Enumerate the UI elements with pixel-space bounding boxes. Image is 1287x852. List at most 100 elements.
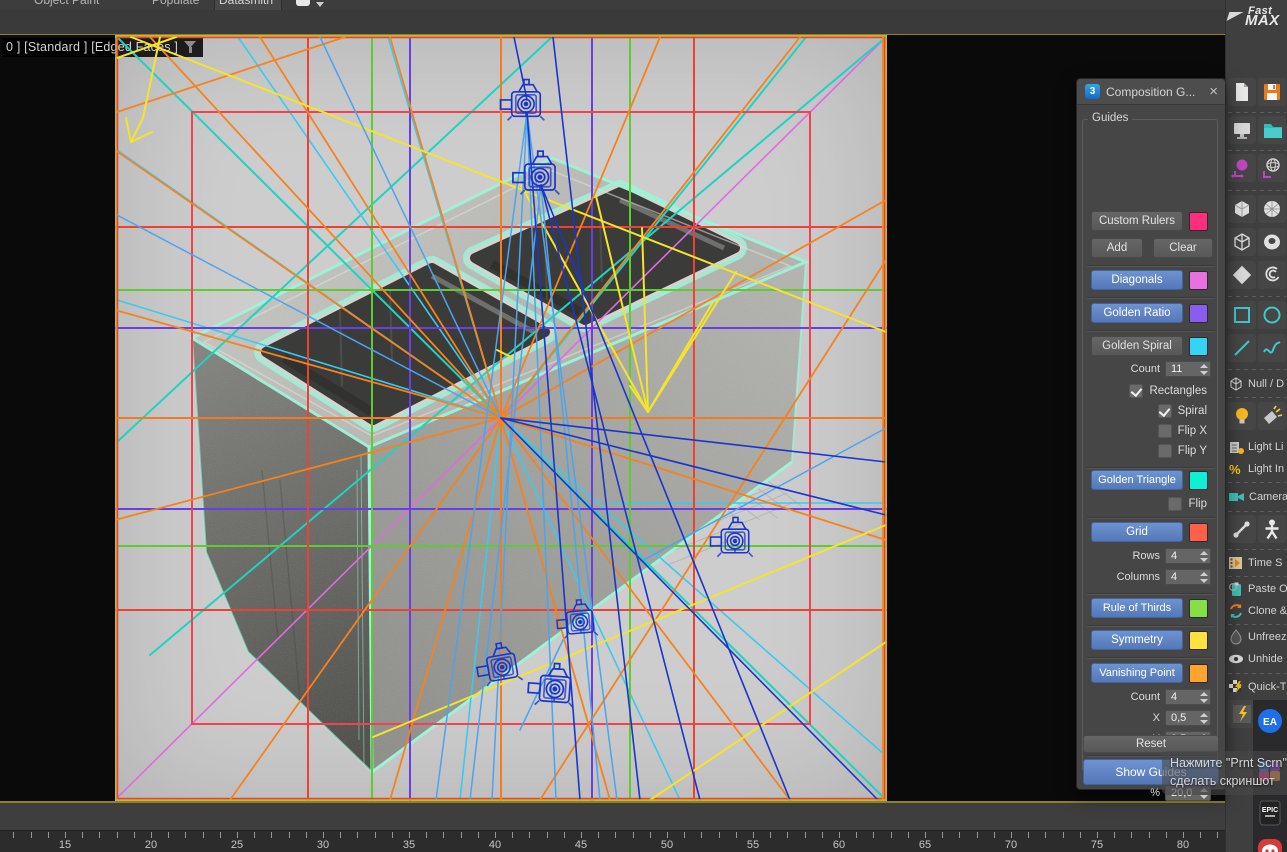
monitor-icon[interactable] xyxy=(1228,116,1256,144)
rule-of-thirds-color-swatch[interactable] xyxy=(1189,599,1208,618)
toolbar-item-null-dummy[interactable]: Null / D xyxy=(1228,374,1287,394)
svg-text:%: % xyxy=(1229,462,1241,477)
rectangles-checkbox-row[interactable]: Rectangles xyxy=(1129,384,1207,398)
vp-count-spinner-row: Count 4 xyxy=(1131,689,1211,705)
spotlight-icon[interactable] xyxy=(1258,402,1286,430)
timeline-frame-label: 50 xyxy=(660,839,674,851)
count-spinner[interactable]: 11 xyxy=(1165,361,1211,377)
toast-line-1: Нажмите "Prnt Scrn" ч xyxy=(1170,756,1287,770)
symmetry-button[interactable]: Symmetry xyxy=(1091,630,1183,650)
helix-icon[interactable] xyxy=(1258,261,1286,289)
spiral-checkbox[interactable] xyxy=(1157,404,1172,418)
timeline-frame-label: 80 xyxy=(1176,839,1190,851)
flip-y-checkbox-row[interactable]: Flip Y xyxy=(1157,444,1207,458)
golden-spiral-color-swatch[interactable] xyxy=(1189,337,1208,356)
panel-titlebar[interactable]: 3 Composition G... × xyxy=(1077,79,1225,105)
flip-y-checkbox[interactable] xyxy=(1157,444,1172,458)
vp-count-spinner[interactable]: 4 xyxy=(1165,689,1211,705)
plane-icon[interactable] xyxy=(1228,261,1256,289)
ea-app-icon[interactable]: EA xyxy=(1257,708,1283,734)
toolbar-item-light-lister[interactable]: Light Li xyxy=(1228,437,1287,457)
timeline-frame-label: 65 xyxy=(918,839,932,851)
spinner-arrows-icon[interactable] xyxy=(1200,712,1208,725)
rows-spinner[interactable]: 4 xyxy=(1165,548,1211,564)
symmetry-color-swatch[interactable] xyxy=(1189,631,1208,650)
spline-shape-icon[interactable] xyxy=(1258,334,1286,362)
spinner-arrows-icon[interactable] xyxy=(1200,691,1208,704)
flip-checkbox-row[interactable]: Flip xyxy=(1168,497,1207,511)
spinner-arrows-icon[interactable] xyxy=(1200,550,1208,563)
vanishing-point-color-swatch[interactable] xyxy=(1189,664,1208,683)
flip-x-checkbox-row[interactable]: Flip X xyxy=(1157,424,1207,438)
timeline-ruler[interactable]: 15 20 25 30 35 40 45 50 55 60 65 70 75 80 xyxy=(0,830,1287,852)
viewport[interactable]: 0 ] [Standard ] [Edged Faces ] xyxy=(0,34,1225,803)
grid-button[interactable]: Grid xyxy=(1091,522,1183,542)
toolbar-item-unfreeze[interactable]: Unfreez xyxy=(1228,627,1287,647)
spinner-arrows-icon[interactable] xyxy=(1200,363,1208,376)
golden-spiral-button[interactable]: Golden Spiral xyxy=(1091,336,1183,356)
tab-object-paint[interactable]: Object Paint xyxy=(34,0,99,7)
golden-ratio-color-swatch[interactable] xyxy=(1189,304,1208,323)
timeline-tick xyxy=(99,832,101,838)
columns-spinner[interactable]: 4 xyxy=(1165,569,1211,585)
biped-figure-icon[interactable] xyxy=(1258,515,1286,543)
folder-icon[interactable] xyxy=(1258,116,1286,144)
new-page-icon[interactable] xyxy=(1228,78,1256,106)
toolbar-item-unhide[interactable]: Unhide xyxy=(1228,649,1287,669)
vp-x-spinner[interactable]: 0,5 xyxy=(1165,710,1211,726)
timeline-tick xyxy=(787,832,789,838)
circle-shape-icon[interactable] xyxy=(1258,301,1286,329)
golden-triangle-button[interactable]: Golden Triangle xyxy=(1091,470,1183,490)
timeline-frame-label: 25 xyxy=(230,839,244,851)
app-window: Object Paint Populate Datasmith 0 ] [Sta… xyxy=(0,0,1287,852)
custom-rulers-color-swatch[interactable] xyxy=(1189,212,1208,231)
bone-icon[interactable] xyxy=(1228,515,1256,543)
rectangles-checkbox[interactable] xyxy=(1129,384,1144,398)
timeline-tick xyxy=(753,832,754,838)
chevron-down-icon[interactable] xyxy=(316,2,324,7)
flip-y-label: Flip Y xyxy=(1177,445,1207,457)
vanishing-point-button[interactable]: Vanishing Point xyxy=(1091,663,1183,683)
tab-datasmith[interactable]: Datasmith xyxy=(219,0,273,7)
rectangle-shape-icon[interactable] xyxy=(1228,301,1256,329)
golden-ratio-button[interactable]: Golden Ratio xyxy=(1091,303,1183,323)
epic-games-app-icon[interactable]: EPIC xyxy=(1257,800,1283,826)
rule-of-thirds-button[interactable]: Rule of Thirds xyxy=(1091,598,1183,618)
geosphere-icon[interactable] xyxy=(1258,195,1286,223)
tab-populate[interactable]: Populate xyxy=(152,0,199,7)
save-floppy-icon[interactable] xyxy=(1258,78,1286,106)
globe-axes-icon[interactable] xyxy=(1258,154,1286,182)
viewport-label[interactable]: 0 ] [Standard ] [Edged Faces ] xyxy=(2,38,204,57)
discord-app-icon[interactable] xyxy=(1257,838,1283,852)
toolbar-item-camera[interactable]: Camera xyxy=(1228,487,1287,507)
grid-color-swatch[interactable] xyxy=(1189,523,1208,542)
toolbar-item-time-slider[interactable]: Time S xyxy=(1228,553,1287,573)
toolbar-item-clone-align[interactable]: Clone & xyxy=(1228,601,1287,621)
spinner-arrows-icon[interactable] xyxy=(1200,571,1208,584)
torus-icon[interactable] xyxy=(1258,228,1286,256)
flip-x-checkbox[interactable] xyxy=(1157,424,1172,438)
box-primitive-icon[interactable] xyxy=(1228,195,1256,223)
toolbar-item-light-include[interactable]: % Light In xyxy=(1228,459,1287,479)
pivot-point-icon[interactable] xyxy=(1228,154,1256,182)
toolbar-item-paste-objects[interactable]: Paste O xyxy=(1228,579,1287,599)
lightning-icon[interactable] xyxy=(1228,700,1256,728)
spiral-checkbox-row[interactable]: Spiral xyxy=(1157,404,1207,418)
wire-box-icon[interactable] xyxy=(1228,228,1256,256)
timeline-tick xyxy=(632,832,634,838)
filter-funnel-icon[interactable] xyxy=(184,41,197,53)
light-bulb-icon[interactable] xyxy=(1228,402,1256,430)
clear-button[interactable]: Clear xyxy=(1153,238,1213,258)
add-button[interactable]: Add xyxy=(1091,238,1143,258)
line-shape-icon[interactable] xyxy=(1228,334,1256,362)
golden-triangle-color-swatch[interactable] xyxy=(1189,471,1208,490)
diagonals-button[interactable]: Diagonals xyxy=(1091,270,1183,290)
toolbar-item-quick-tools[interactable]: Quick-T xyxy=(1228,677,1287,697)
custom-rulers-button[interactable]: Custom Rulers xyxy=(1091,211,1183,231)
ribbon-tool-icon[interactable] xyxy=(296,0,310,6)
close-icon[interactable]: × xyxy=(1209,83,1218,100)
camera-view[interactable] xyxy=(115,35,887,801)
flip-checkbox[interactable] xyxy=(1168,497,1183,511)
timeline-frame-label: 40 xyxy=(488,839,502,851)
diagonals-color-swatch[interactable] xyxy=(1189,271,1208,290)
